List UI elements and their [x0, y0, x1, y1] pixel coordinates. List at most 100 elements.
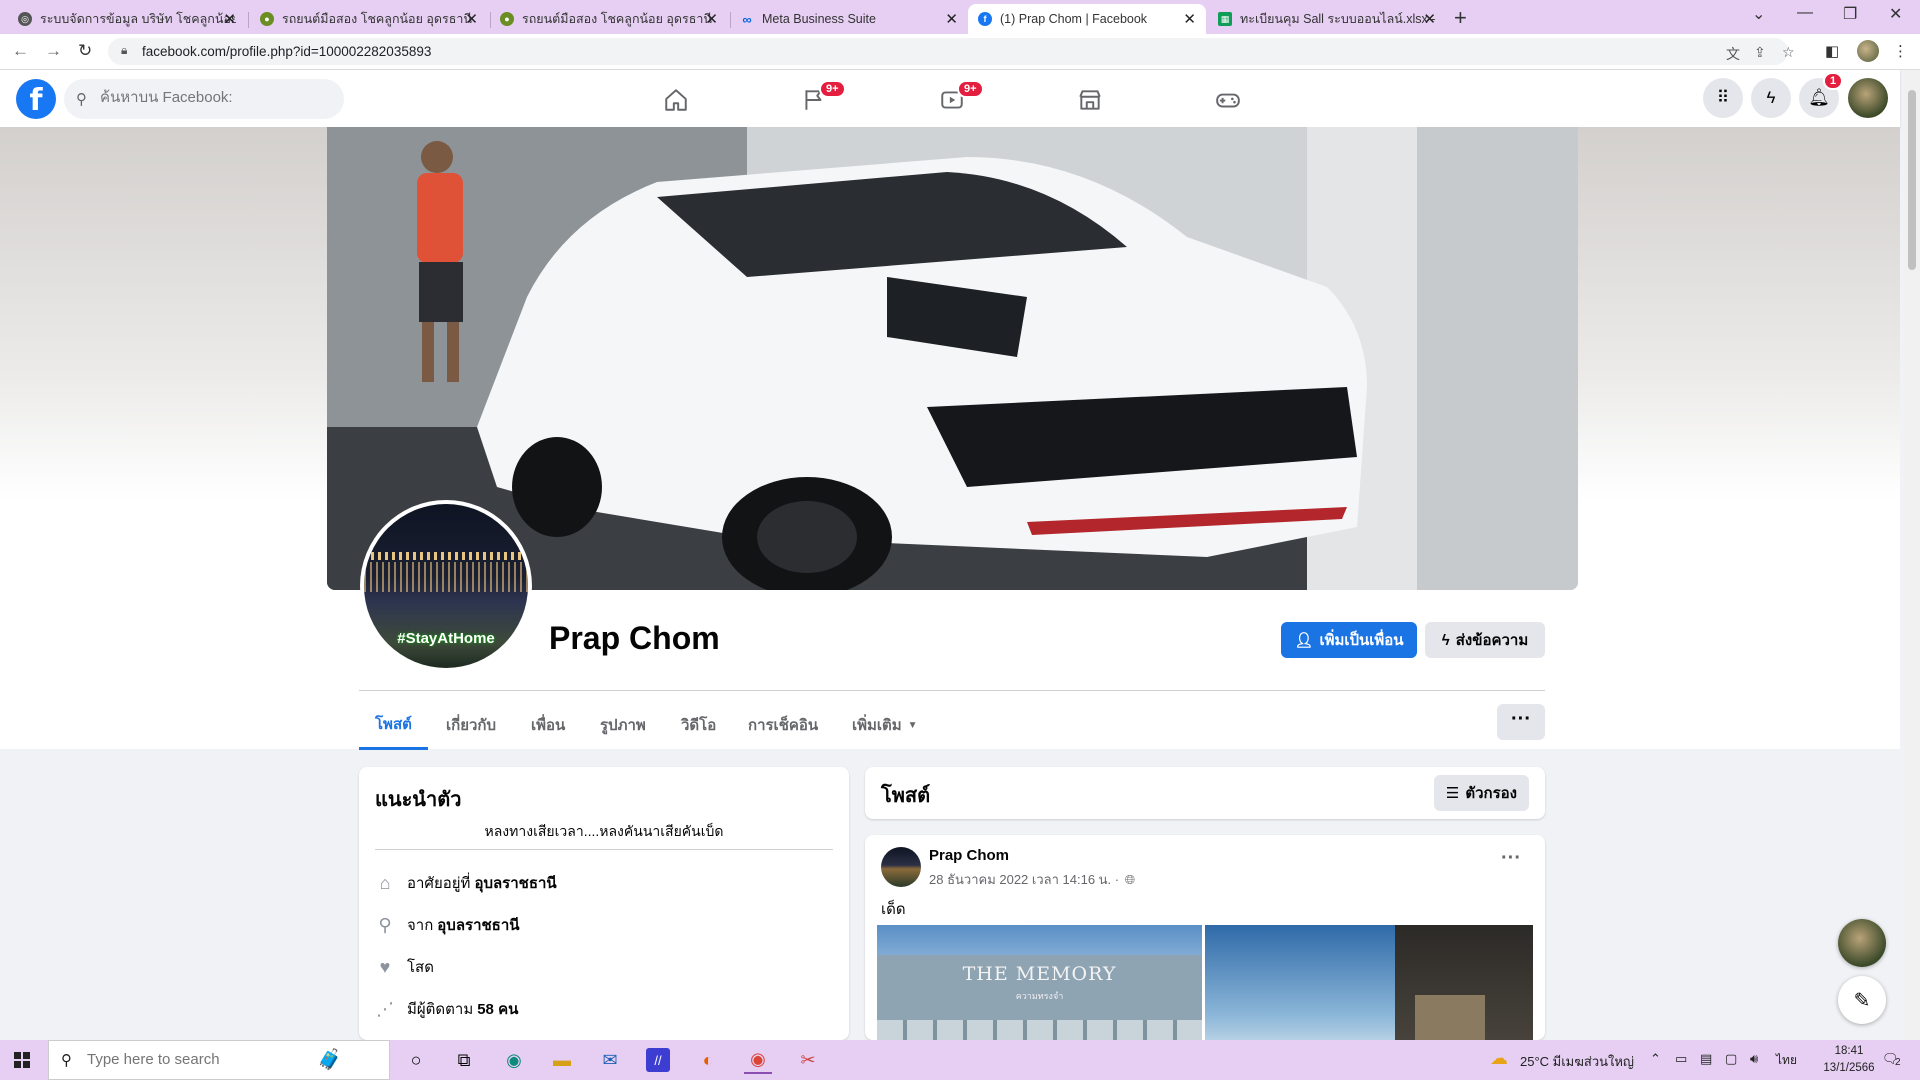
url-bar[interactable]: 🔒︎ facebook.com/profile.php?id=100002282… [108, 38, 1795, 65]
side-panel-icon[interactable]: ◧ [1825, 42, 1839, 60]
globe-icon: ◎ [18, 12, 32, 26]
browser-tab-strip: ◎ ระบบจัดการข้อมูล บริษัท โชคลูกน้อย อ ✕… [0, 0, 1920, 34]
intro-from-link[interactable]: อุบลราชธานี [437, 913, 519, 937]
add-friend-button[interactable]: 👤︎ เพิ่มเป็นเพื่อน [1281, 622, 1417, 658]
new-message-button[interactable]: ✎ [1838, 976, 1886, 1024]
browser-tab[interactable]: ◎ ระบบจัดการข้อมูล บริษัท โชคลูกน้อย อ ✕ [8, 4, 246, 34]
contact-bubble-avatar[interactable] [1838, 919, 1886, 967]
search-icon: ⚲ [76, 91, 87, 108]
lock-icon[interactable]: 🔒︎ [121, 43, 127, 58]
cortana-icon[interactable]: ○ [402, 1046, 430, 1074]
send-message-button[interactable]: ϟ ส่งข้อความ [1425, 622, 1545, 658]
facebook-search-box[interactable]: ⚲ [64, 79, 344, 119]
browser-tab-active[interactable]: f (1) Prap Chom | Facebook ✕ [968, 4, 1206, 34]
compose-icon: ✎ [1853, 989, 1871, 1012]
language-indicator[interactable]: ไทย [1776, 1051, 1797, 1070]
facebook-logo[interactable]: f [16, 79, 56, 119]
tab-more[interactable]: เพิ่มเติม ▼ [836, 700, 934, 750]
browser-profile-avatar[interactable] [1857, 40, 1879, 62]
browser-tab[interactable]: ● รถยนต์มือสอง โชคลูกน้อย อุดรธานี ✕ [490, 4, 728, 34]
post-timestamp[interactable]: 28 ธันวาคม 2022 เวลา 14:16 น. · 🌐︎ [929, 869, 1135, 890]
url-text[interactable]: facebook.com/profile.php?id=100002282035… [142, 44, 431, 59]
tab-posts[interactable]: โพสต์ [359, 700, 428, 750]
close-window-button[interactable]: ✕ [1889, 4, 1902, 24]
restore-button[interactable]: ❐ [1843, 4, 1857, 24]
tab-friends[interactable]: เพื่อน [515, 700, 581, 750]
taskbar-search-input[interactable] [87, 1051, 287, 1068]
profile-picture[interactable]: #StayAtHome [360, 500, 532, 672]
facebook-search-input[interactable] [100, 89, 330, 106]
globe-icon: 🌐︎ [1124, 872, 1136, 887]
account-avatar[interactable] [1848, 78, 1888, 118]
intro-lives-in-link[interactable]: อุบลราชธานี [474, 871, 556, 895]
nav-marketplace[interactable] [1034, 78, 1146, 122]
taskbar-clock[interactable]: 18:41 13/1/2566 [1814, 1043, 1884, 1077]
profile-more-options-button[interactable]: ··· [1497, 704, 1545, 740]
display-icon[interactable]: ▢ [1725, 1051, 1737, 1067]
file-explorer-icon[interactable]: ▬ [548, 1046, 576, 1074]
cover-photo[interactable] [327, 127, 1578, 590]
search-icon: ⚲ [61, 1052, 72, 1069]
intro-followers-link[interactable]: 58 คน [477, 997, 518, 1021]
volume-icon[interactable]: 🔊︎ [1750, 1051, 1758, 1067]
reload-icon[interactable]: ↻ [78, 41, 92, 61]
search-highlight-icon: 🧳 [317, 1049, 342, 1071]
nav-watch[interactable]: 9+ [896, 78, 1008, 122]
firefox-icon[interactable]: ◐ [694, 1046, 722, 1074]
taskbar-search-box[interactable]: ⚲ 🧳 [48, 1040, 390, 1080]
task-view-icon[interactable]: ⧉ [450, 1046, 478, 1074]
nav-home[interactable] [620, 78, 732, 122]
bookmark-star-icon[interactable]: ☆ [1782, 44, 1795, 61]
site-icon: ● [500, 12, 514, 26]
mail-icon[interactable]: ✉ [596, 1046, 624, 1074]
game-controller-icon [1216, 93, 1240, 108]
close-tab-icon[interactable]: ✕ [705, 10, 718, 28]
network-icon[interactable]: ▤ [1700, 1051, 1712, 1067]
browser-menu-icon[interactable]: ⋮ [1893, 42, 1908, 60]
close-tab-icon[interactable]: ✕ [465, 10, 478, 28]
browser-tab[interactable]: ● รถยนต์มือสอง โชคลูกน้อย อุดรธานี ✕ [250, 4, 488, 34]
post-image-2[interactable] [1205, 925, 1533, 1040]
browser-tab[interactable]: ∞ Meta Business Suite ✕ [730, 4, 968, 34]
translate-icon[interactable]: 文 [1726, 44, 1740, 64]
tab-search-icon[interactable]: ⌄ [1752, 4, 1765, 24]
back-arrow-icon[interactable]: ← [12, 41, 29, 61]
filter-button[interactable]: ☰ ตัวกรอง [1433, 775, 1529, 811]
tab-checkins[interactable]: การเช็คอิน [732, 700, 834, 750]
chrome-icon[interactable]: ◉ [744, 1046, 772, 1074]
add-friend-label: เพิ่มเป็นเพื่อน [1319, 632, 1404, 649]
tab-about[interactable]: เกี่ยวกับ [430, 700, 512, 750]
windows-start-icon[interactable] [14, 1052, 30, 1068]
minimize-button[interactable]: — [1797, 4, 1813, 22]
tray-chevron-icon[interactable]: ⌃ [1650, 1051, 1661, 1067]
browser-tab[interactable]: ▦ ทะเบียนคุม Sall ระบบออนไลน์.xlsx - G ✕ [1208, 4, 1446, 34]
menu-grid-button[interactable]: ⠿ [1703, 78, 1743, 118]
weather-icon[interactable]: ☁ [1490, 1048, 1508, 1069]
close-tab-icon[interactable]: ✕ [945, 10, 958, 28]
close-tab-icon[interactable]: ✕ [1423, 10, 1436, 28]
post-author-name[interactable]: Prap Chom [929, 847, 1009, 864]
scrollbar-thumb[interactable] [1908, 90, 1916, 270]
weather-text[interactable]: 25°C มีเมฆส่วนใหญ่ [1520, 1051, 1634, 1072]
intro-followers: ⋰ มีผู้ติดตาม 58 คน [375, 997, 518, 1021]
forward-arrow-icon[interactable]: → [45, 41, 62, 61]
post-image-1[interactable]: THE MEMORY ความทรงจำ [877, 925, 1202, 1040]
new-tab-button[interactable]: + [1454, 5, 1467, 31]
tab-videos[interactable]: วิดีโอ [665, 700, 732, 750]
nav-pages[interactable]: 9+ [758, 78, 870, 122]
messenger-button[interactable]: ϟ [1751, 78, 1791, 118]
tab-photos[interactable]: รูปภาพ [584, 700, 662, 750]
share-icon[interactable]: ⇪ [1754, 44, 1766, 61]
page-scrollbar[interactable] [1904, 70, 1920, 1040]
post-text: เด็ด [881, 901, 906, 918]
battery-icon[interactable]: ▭ [1675, 1051, 1687, 1067]
address-bar-row: ← → ↻ 🔒︎ facebook.com/profile.php?id=100… [0, 34, 1920, 70]
post-author-avatar[interactable] [881, 847, 921, 887]
close-tab-icon[interactable]: ✕ [223, 10, 236, 28]
post-options-icon[interactable]: ··· [1501, 847, 1521, 870]
close-tab-icon[interactable]: ✕ [1183, 10, 1196, 28]
snipping-tool-icon[interactable]: ✂ [794, 1046, 822, 1074]
app-icon[interactable]: // [646, 1048, 670, 1072]
edge-icon[interactable]: ◉ [500, 1046, 528, 1074]
nav-gaming[interactable] [1172, 78, 1284, 122]
